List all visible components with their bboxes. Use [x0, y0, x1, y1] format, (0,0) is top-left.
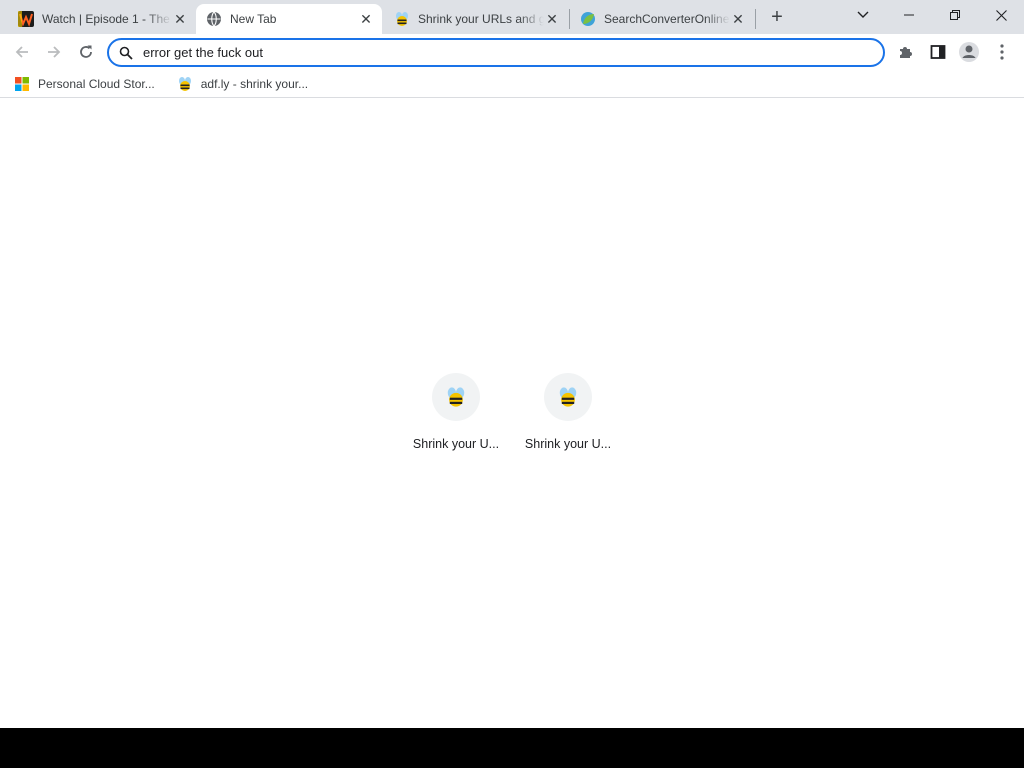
tab-watch-episode[interactable]: Watch | Episode 1 - The ✕ — [8, 4, 196, 34]
bee-icon — [394, 11, 410, 27]
bookmark-personal-cloud[interactable]: Personal Cloud Stor... — [0, 72, 163, 96]
tab-shrink-urls[interactable]: Shrink your URLs and get paid ✕ — [384, 4, 568, 34]
new-tab-button[interactable]: + — [764, 6, 790, 28]
leaf-icon — [580, 11, 596, 27]
shortcut-tile[interactable]: Shrink your U... — [400, 371, 512, 455]
back-button[interactable] — [8, 38, 36, 66]
bookmark-label: Personal Cloud Stor... — [38, 76, 155, 91]
bee-icon — [445, 386, 467, 408]
close-tab-icon[interactable]: ✕ — [172, 11, 188, 27]
taskbar — [0, 728, 1024, 768]
bee-icon — [557, 386, 579, 408]
address-input[interactable] — [143, 45, 843, 60]
globe-icon — [206, 11, 222, 27]
tab-new-tab[interactable]: New Tab ✕ — [196, 4, 382, 34]
new-tab-page: Shrink your U... Shrink your U... — [0, 103, 1024, 728]
side-panel-icon[interactable] — [924, 38, 952, 66]
bookmark-adfly[interactable]: adf.ly - shrink your... — [163, 72, 316, 96]
wattpad-icon — [18, 11, 34, 27]
tab-search-dropdown-icon[interactable] — [840, 0, 886, 30]
close-window-button[interactable] — [978, 0, 1024, 30]
close-tab-icon[interactable]: ✕ — [544, 11, 560, 27]
microsoft-icon — [14, 76, 30, 92]
shortcut-label: Shrink your U... — [524, 437, 612, 451]
restore-button[interactable] — [932, 0, 978, 30]
profile-avatar-icon[interactable] — [955, 38, 983, 66]
minimize-button[interactable] — [886, 0, 932, 30]
toolbar — [0, 34, 1024, 70]
tab-strip: Watch | Episode 1 - The ✕ New Tab ✕ Shri… — [0, 0, 1024, 34]
tab-search-converter[interactable]: SearchConverterOnline ✕ — [570, 4, 754, 34]
shortcut-icon-circle — [432, 373, 480, 421]
tab-title: SearchConverterOnline — [604, 12, 730, 26]
bookmark-label: adf.ly - shrink your... — [200, 76, 309, 91]
shortcut-icon-circle — [544, 373, 592, 421]
address-bar[interactable] — [107, 38, 885, 67]
search-icon — [119, 46, 133, 60]
extensions-puzzle-icon[interactable] — [892, 38, 920, 66]
shortcut-label: Shrink your U... — [412, 437, 500, 451]
shortcut-tile[interactable]: Shrink your U... — [512, 371, 624, 455]
tab-title: Watch | Episode 1 - The — [42, 12, 170, 26]
bookmarks-bar: Personal Cloud Stor... adf.ly - shrink y… — [0, 70, 1024, 98]
bee-icon — [177, 76, 193, 92]
more-menu-icon[interactable] — [988, 38, 1016, 66]
close-tab-icon[interactable]: ✕ — [730, 11, 746, 27]
tab-separator — [755, 9, 756, 29]
forward-button[interactable] — [40, 38, 68, 66]
tab-title: Shrink your URLs and get paid — [418, 12, 544, 26]
close-tab-icon[interactable]: ✕ — [358, 11, 374, 27]
browser-window: Watch | Episode 1 - The ✕ New Tab ✕ Shri… — [0, 0, 1024, 728]
reload-button[interactable] — [72, 38, 100, 66]
tab-title: New Tab — [230, 12, 277, 26]
